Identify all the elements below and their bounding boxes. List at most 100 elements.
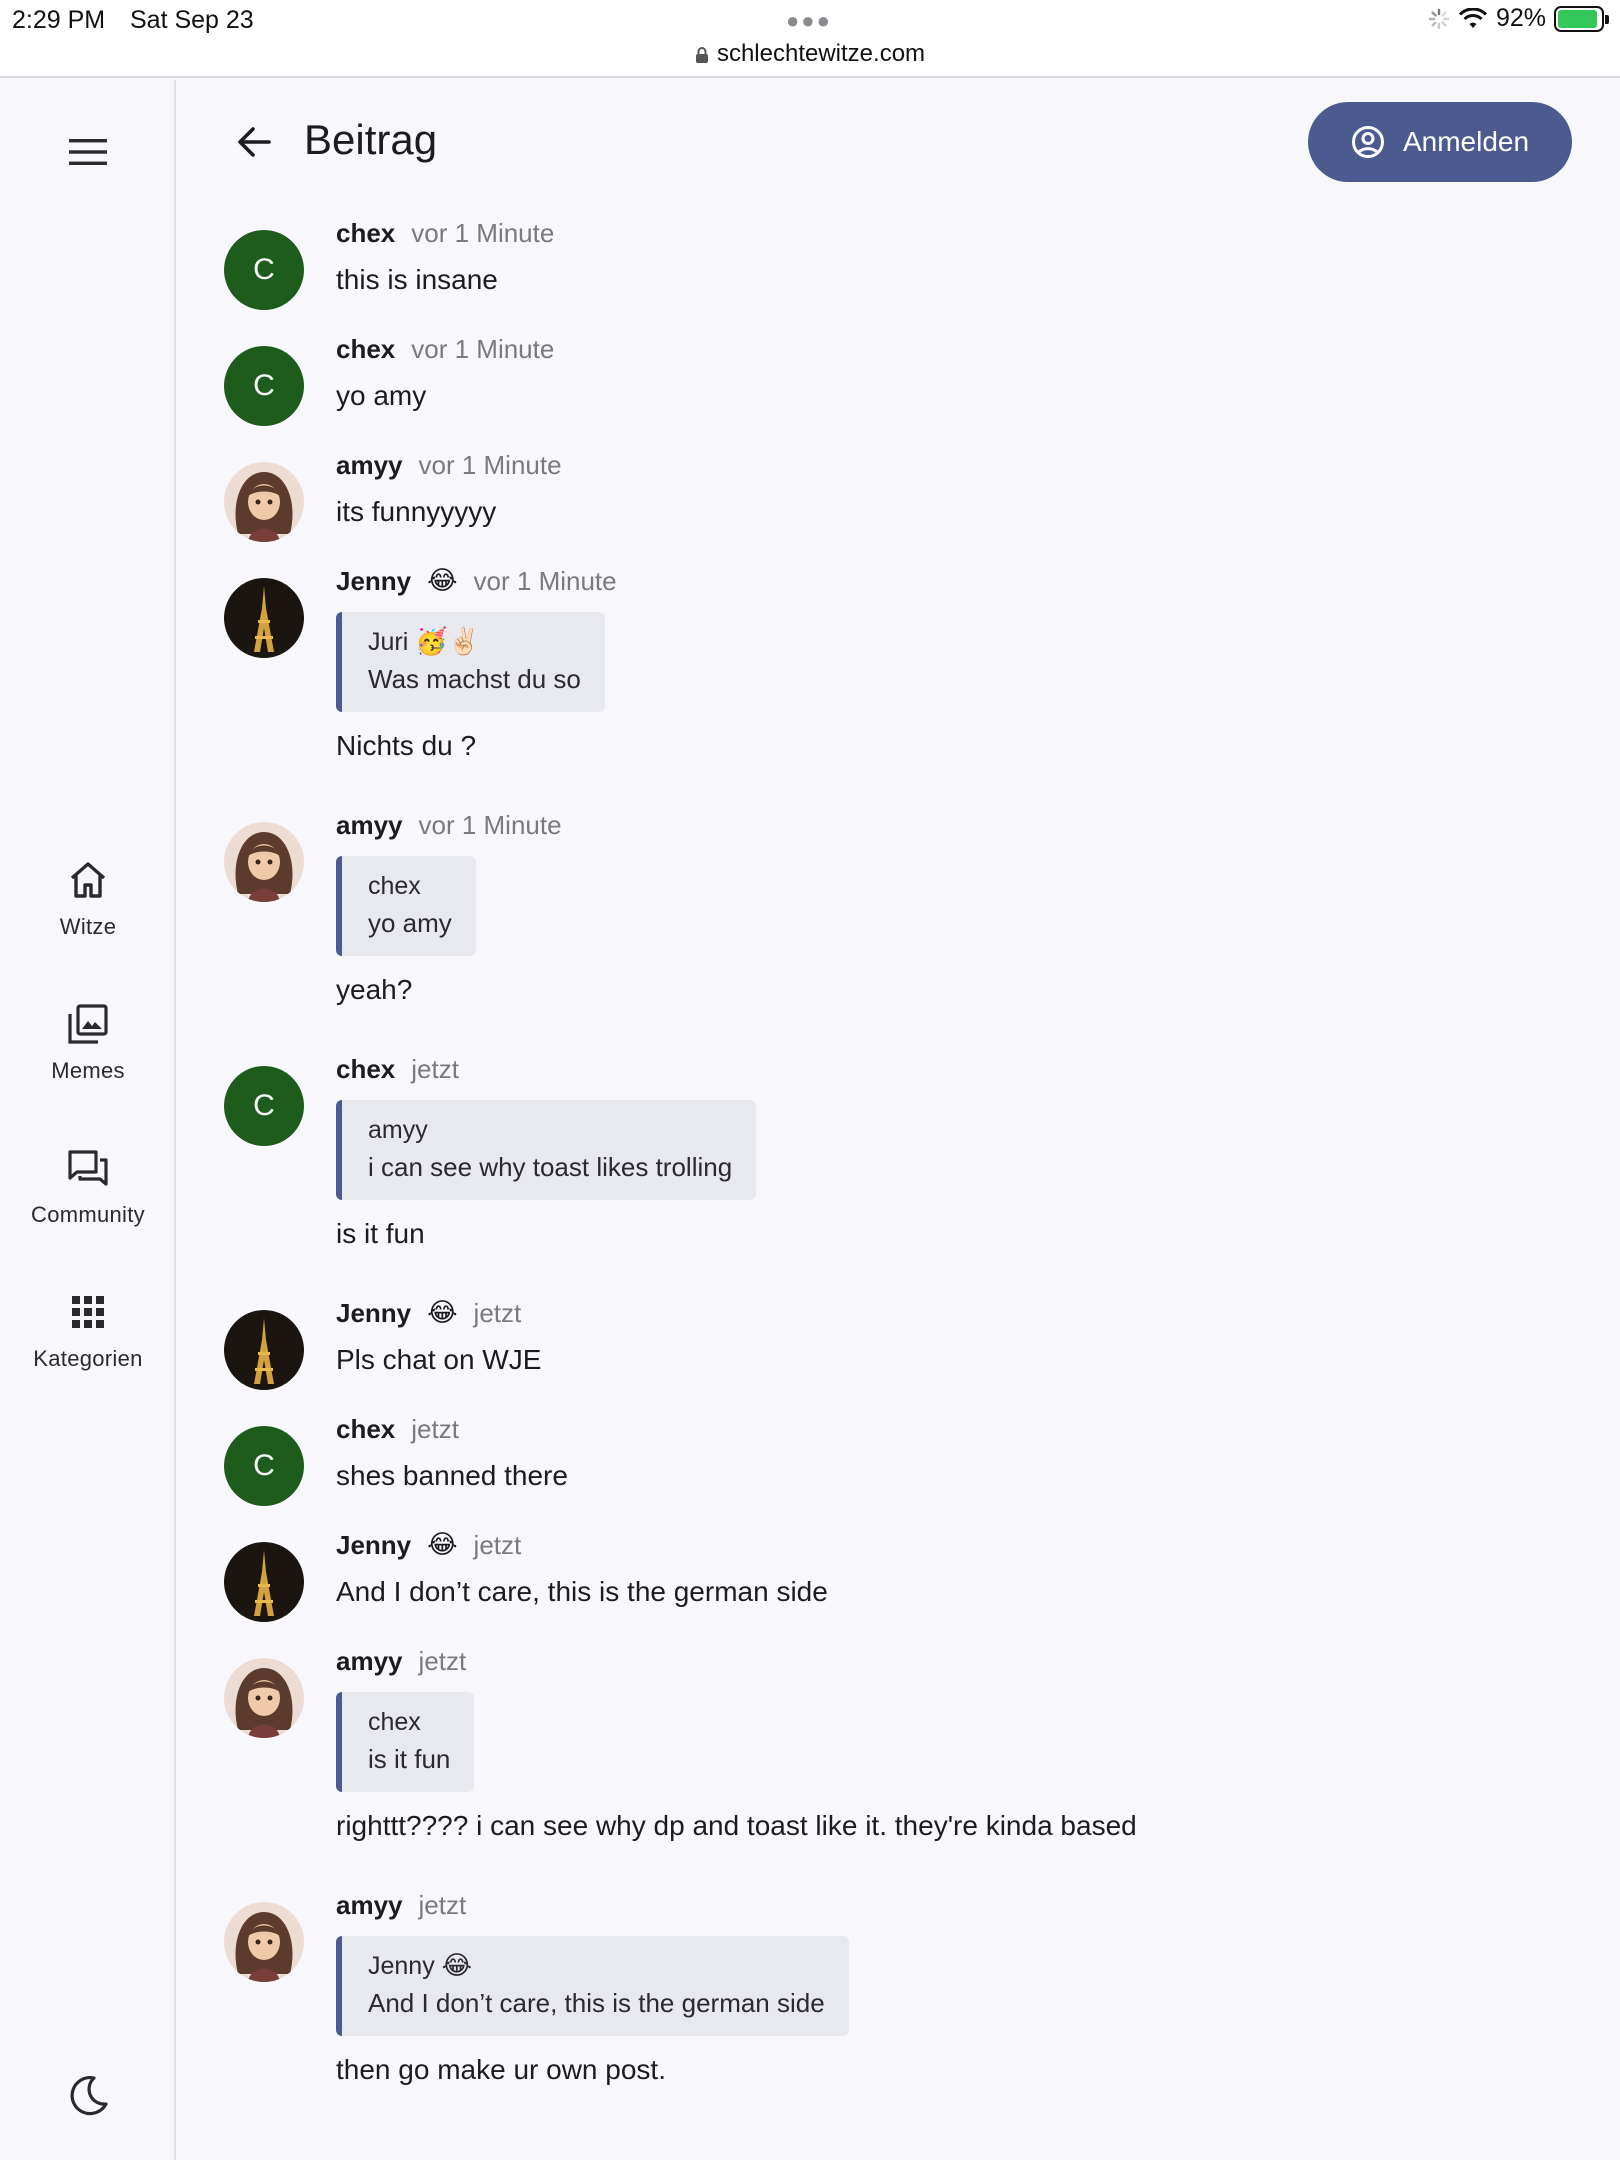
avatar[interactable]: C (224, 230, 304, 310)
nav-label-memes: Memes (51, 1058, 125, 1083)
avatar[interactable] (224, 822, 304, 902)
quoted-text: yo amy (368, 908, 452, 938)
eiffel-tower-avatar-icon (224, 578, 304, 658)
avatar[interactable]: C (224, 1066, 304, 1146)
message-text: its funnyyyyy (336, 496, 497, 527)
author-name[interactable]: amyy (336, 810, 403, 841)
nav-item-witze[interactable]: Witze (0, 856, 176, 940)
status-bar: 2:29 PM Sat Sep 23 ●●● schlechtewitze.co… (0, 0, 1620, 78)
laughing-emoji-icon: 😂 (427, 566, 458, 596)
laughing-emoji-icon: 😂 (427, 1298, 458, 1328)
author-name[interactable]: amyy (336, 1890, 403, 1921)
avatar[interactable] (224, 578, 304, 658)
apps-grid-icon (72, 1296, 104, 1328)
message-text: And I don’t care, this is the german sid… (336, 1576, 828, 1607)
avatar[interactable] (224, 1902, 304, 1982)
timestamp: vor 1 Minute (473, 565, 617, 596)
timestamp: jetzt (418, 1889, 467, 1920)
anime-girl-avatar-icon (224, 822, 304, 902)
timestamp: jetzt (411, 1053, 459, 1084)
nav-item-kategorien[interactable]: Kategorien (0, 1288, 176, 1372)
quoted-message[interactable]: Juri 🥳✌🏻 Was machst du so (336, 612, 605, 712)
message-text: shes banned there (336, 1460, 568, 1491)
author-name[interactable]: chex (336, 1414, 395, 1445)
account-circle-icon (1351, 126, 1384, 158)
timestamp: vor 1 Minute (418, 449, 562, 480)
battery-fill (1558, 9, 1597, 28)
avatar[interactable]: C (224, 346, 304, 426)
nav-item-community[interactable]: Community (0, 1144, 176, 1228)
navigation-rail: Witze Memes Community Kategorien (0, 80, 176, 2160)
login-button[interactable]: Anmelden (1308, 102, 1572, 182)
timestamp: jetzt (473, 1297, 522, 1328)
quoted-message[interactable]: Jenny 😂 And I don’t care, this is the ge… (336, 1936, 849, 2036)
message-text: yeah? (336, 974, 413, 1005)
quoted-author: chex (368, 872, 421, 900)
multitasking-dots-icon[interactable]: ●●● (786, 8, 832, 34)
anime-girl-avatar-icon (224, 1658, 304, 1738)
quoted-text: i can see why toast likes trolling (368, 1152, 733, 1182)
menu-button[interactable] (60, 124, 116, 180)
message-text: Pls chat on WJE (336, 1344, 542, 1375)
author-name[interactable]: Jenny (336, 1298, 411, 1329)
avatar[interactable] (224, 462, 304, 542)
message-text: Nichts du ? (336, 730, 477, 761)
back-button[interactable] (226, 114, 282, 170)
quoted-message[interactable]: chex yo amy (336, 856, 476, 956)
image-gallery-icon (68, 1004, 108, 1044)
eiffel-tower-avatar-icon (224, 1542, 304, 1622)
author-name[interactable]: chex (336, 1054, 395, 1085)
lock-icon (695, 46, 708, 63)
nav-label-witze: Witze (59, 914, 117, 939)
anime-girl-avatar-icon (224, 462, 304, 542)
wifi-icon (1458, 7, 1488, 28)
laughing-emoji-icon: 😂 (427, 1530, 458, 1560)
login-label: Anmelden (1402, 126, 1530, 157)
message-text: this is insane (336, 264, 498, 295)
author-name[interactable]: chex (336, 218, 395, 249)
avatar[interactable] (224, 1658, 304, 1738)
avatar[interactable]: C (224, 1426, 304, 1506)
author-name[interactable]: amyy (336, 1646, 403, 1677)
quoted-message[interactable]: chex is it fun (336, 1692, 475, 1792)
author-name[interactable]: Jenny (336, 1530, 411, 1561)
status-indicators: 92% (1428, 4, 1609, 33)
message-text: righttt???? i can see why dp and toast l… (336, 1810, 1137, 1841)
quoted-text: is it fun (368, 1744, 451, 1774)
quoted-author: Jenny (368, 1952, 435, 1980)
nav-item-memes[interactable]: Memes (0, 1000, 176, 1084)
quoted-author: chex (368, 1708, 421, 1736)
timestamp: jetzt (411, 1413, 459, 1444)
battery-icon (1554, 5, 1609, 32)
nav-label-community: Community (31, 1202, 145, 1227)
timestamp: vor 1 Minute (418, 809, 562, 840)
page-title: Beitrag (304, 116, 438, 163)
dark-mode-moon-icon[interactable] (64, 2072, 112, 2120)
timestamp: jetzt (473, 1529, 522, 1560)
eiffel-tower-avatar-icon (224, 1310, 304, 1390)
quoted-message[interactable]: amyy i can see why toast likes trolling (336, 1100, 757, 1200)
author-name[interactable]: Jenny (336, 566, 411, 597)
top-app-bar: Beitrag Anmelden (178, 80, 1620, 204)
status-time: 2:29 PM (12, 6, 106, 34)
quoted-text: Was machst du so (368, 664, 581, 694)
message-text: is it fun (336, 1218, 425, 1249)
party-emoji-icon: 🥳✌🏻 (415, 627, 480, 657)
home-icon (70, 862, 106, 898)
status-date: Sat Sep 23 (130, 6, 254, 34)
url-bar[interactable]: schlechtewitze.com (0, 40, 1620, 68)
laughing-emoji-icon: 😂 (441, 1951, 473, 1981)
quoted-text: And I don’t care, this is the german sid… (368, 1988, 825, 2018)
timestamp: jetzt (418, 1645, 467, 1676)
battery-percent: 92% (1495, 4, 1546, 32)
author-name[interactable]: amyy (336, 450, 403, 481)
url-text: schlechtewitze.com (716, 40, 926, 67)
author-name[interactable]: chex (336, 334, 395, 365)
quoted-author: Juri (368, 628, 409, 656)
avatar[interactable] (224, 1542, 304, 1622)
quoted-author: amyy (368, 1116, 428, 1144)
anime-girl-avatar-icon (224, 1902, 304, 1982)
timestamp: vor 1 Minute (411, 217, 555, 248)
avatar[interactable] (224, 1310, 304, 1390)
message-text: then go make ur own post. (336, 2054, 666, 2085)
